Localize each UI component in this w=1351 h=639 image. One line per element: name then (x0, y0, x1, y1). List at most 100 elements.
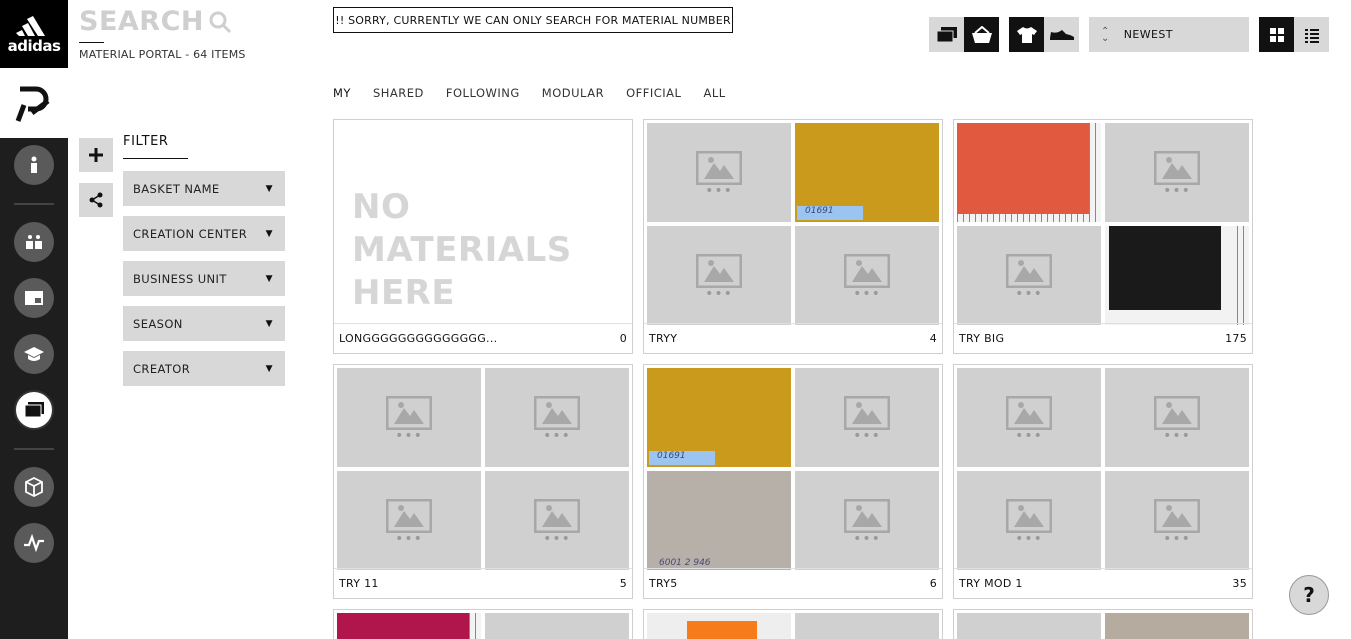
image-placeholder-icon (534, 498, 580, 533)
material-thumbnail-placeholder: ••• (957, 368, 1101, 467)
help-button[interactable]: ? (1289, 575, 1329, 615)
list-view-button[interactable] (1294, 17, 1329, 52)
material-thumbnail-placeholder (957, 613, 1101, 639)
material-thumbnail-placeholder: ••• (337, 471, 481, 570)
basket-card[interactable]: 01691 ••• 6001 2 946 ••• TRY5 6 (643, 364, 943, 599)
basket-name: TRY 11 (339, 577, 379, 590)
material-thumbnail-placeholder: ••• (795, 471, 939, 570)
filter-basket-name[interactable]: BASKET NAME ▼ (123, 171, 285, 206)
more-dots-icon: ••• (705, 285, 733, 302)
material-thumbnail-placeholder: ••• (795, 226, 939, 325)
filter-label: SEASON (133, 316, 183, 331)
plus-icon (89, 148, 103, 162)
material-thumbnail (647, 613, 791, 639)
image-placeholder: ••• (386, 498, 432, 547)
basket-count: 4 (929, 332, 937, 345)
tab-all[interactable]: ALL (703, 86, 725, 100)
info-nav-button[interactable] (14, 145, 54, 185)
image-placeholder: ••• (1006, 253, 1052, 302)
board-nav-button[interactable] (14, 278, 54, 318)
ruler-scale (1089, 123, 1101, 222)
more-dots-icon: ••• (853, 427, 881, 444)
basket-name: LONGGGGGGGGGGGGGG... (339, 332, 498, 345)
basket-card[interactable] (953, 609, 1253, 639)
material-thumbnail-placeholder: ••• (957, 471, 1101, 570)
grid-view-button[interactable] (1259, 17, 1294, 52)
rail-divider (14, 448, 54, 450)
basket-count: 5 (619, 577, 627, 590)
material-thumbnail-placeholder: ••• (1105, 368, 1249, 467)
more-dots-icon: ••• (705, 182, 733, 199)
sort-arrows-icon: ⌃ ⌄ (1101, 25, 1110, 44)
basket-card[interactable]: ••• ••• ••• ••• TRY MOD 1 35 (953, 364, 1253, 599)
apparel-filter-button[interactable] (1009, 17, 1044, 52)
tab-modular[interactable]: MODULAR (542, 86, 604, 100)
image-placeholder: ••• (1154, 150, 1200, 198)
activity-icon (24, 533, 44, 553)
basket-card[interactable]: ••• ••• TRY BIG 175 (953, 119, 1253, 354)
sample-label: 6001 2 946 (659, 558, 711, 568)
graduation-cap-icon (24, 347, 44, 361)
adidas-logo[interactable]: adidas (0, 0, 68, 68)
sample-label: 01691 (797, 206, 863, 220)
filter-season[interactable]: SEASON ▼ (123, 306, 285, 341)
sort-dropdown[interactable]: ⌃ ⌄ NEWEST (1089, 17, 1249, 52)
basket-card[interactable]: ••• 01691 ••• ••• TRYY 4 (643, 119, 943, 354)
image-placeholder: ••• (534, 395, 580, 443)
more-dots-icon: ••• (543, 530, 571, 547)
pd-logo-icon (15, 86, 50, 122)
basket-count: 6 (929, 577, 937, 590)
basket-tabs: MY SHARED FOLLOWING MODULAR OFFICIAL ALL (333, 86, 748, 100)
filter-business-unit[interactable]: BUSINESS UNIT ▼ (123, 261, 285, 296)
basket-view-button[interactable] (964, 17, 999, 52)
search-title[interactable]: SEARCH (79, 6, 232, 37)
rail-divider (14, 203, 54, 205)
basket-card[interactable] (333, 609, 633, 639)
empty-basket-message: NO MATERIALS HERE (352, 186, 632, 315)
add-basket-button[interactable] (79, 138, 113, 172)
basket-name: TRYY (649, 332, 678, 345)
image-placeholder: ••• (1006, 498, 1052, 546)
3d-nav-button[interactable] (14, 467, 54, 507)
basket-name: TRY5 (649, 577, 678, 590)
image-placeholder-icon (1154, 150, 1200, 185)
activity-nav-button[interactable] (14, 523, 54, 563)
info-icon (31, 156, 37, 173)
apps-nav-button[interactable] (14, 222, 54, 262)
footwear-filter-button[interactable] (1044, 17, 1079, 52)
filter-creator[interactable]: CREATOR ▼ (123, 351, 285, 386)
search-title-text: SEARCH (79, 6, 204, 37)
basket-card[interactable] (643, 609, 943, 639)
basket-name: TRY BIG (959, 332, 1005, 345)
more-dots-icon: ••• (1015, 285, 1043, 302)
more-dots-icon: ••• (853, 530, 881, 547)
portal-logo[interactable] (0, 68, 68, 138)
ruler-scale (957, 214, 1101, 222)
share-button[interactable] (79, 183, 113, 217)
image-placeholder-icon (1006, 498, 1052, 533)
tab-following[interactable]: FOLLOWING (446, 86, 520, 100)
chevron-down-icon: ▼ (265, 228, 273, 239)
learning-nav-button[interactable] (14, 334, 54, 374)
brand-wordmark: adidas (7, 36, 61, 55)
image-placeholder: ••• (844, 498, 890, 547)
filter-label: BASKET NAME (133, 181, 220, 196)
tab-shared[interactable]: SHARED (373, 86, 424, 100)
filter-creation-center[interactable]: CREATION CENTER ▼ (123, 216, 285, 251)
sample-label: 01691 (649, 451, 715, 465)
material-thumbnail (1105, 226, 1249, 325)
more-dots-icon: ••• (395, 530, 423, 547)
card-footer: TRY5 6 (644, 568, 942, 598)
materials-nav-button[interactable] (14, 390, 54, 430)
basket-card[interactable]: NO MATERIALS HERE LONGGGGGGGGGGGGGG... 0 (333, 119, 633, 354)
more-dots-icon: ••• (1163, 530, 1191, 547)
materials-view-button[interactable] (929, 17, 964, 52)
left-navigation-rail: adidas (0, 0, 68, 639)
image-placeholder-icon (1006, 395, 1052, 430)
basket-name: TRY MOD 1 (959, 577, 1023, 590)
image-placeholder: ••• (386, 395, 432, 443)
tshirt-icon (1016, 26, 1037, 43)
tab-my[interactable]: MY (333, 86, 351, 100)
basket-card[interactable]: ••• ••• ••• ••• TRY 11 5 (333, 364, 633, 599)
tab-official[interactable]: OFFICIAL (626, 86, 681, 100)
